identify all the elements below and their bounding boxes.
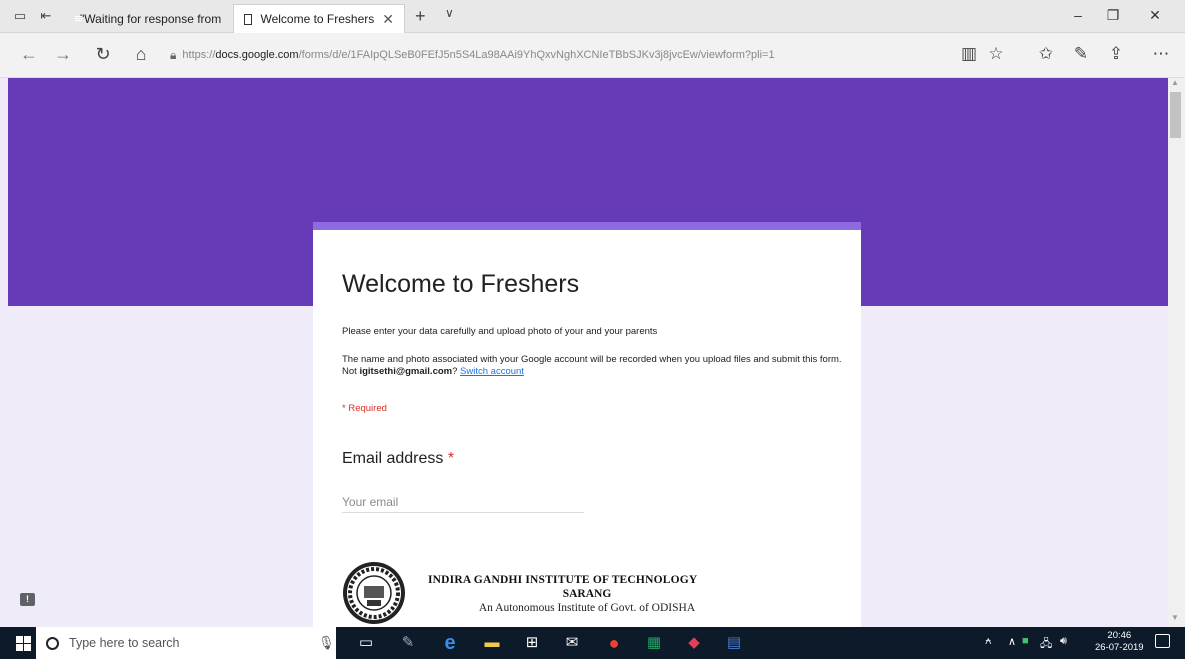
windows-taskbar: Type here to search 🎙︎ ▭ ✎ e ▬ ⊞ ✉ ● ▦ ◆… — [0, 627, 1185, 659]
tab-waiting-for-response[interactable]: "Waiting for response from — [62, 4, 230, 33]
volume-icon[interactable]: 🔊︎ — [1060, 635, 1067, 648]
page-icon — [244, 13, 253, 25]
email-question-text: Email address — [342, 450, 444, 467]
chevron-down-icon[interactable]: ∨ — [445, 6, 454, 20]
required-star: * — [447, 450, 455, 467]
taskbar-clock[interactable]: 20:46 26-07-2019 — [1095, 630, 1144, 654]
favorites-list-icon[interactable]: ✩ — [1035, 44, 1057, 64]
switch-account-link[interactable]: Switch account — [460, 366, 524, 377]
feedback-icon[interactable]: ! — [20, 593, 35, 606]
account-email: igitsethi@gmail.com — [359, 366, 453, 377]
word-icon[interactable]: ▤ — [724, 633, 744, 653]
address-bar[interactable]: 🔒︎ https:// docs.google.com /forms/d/e/1… — [170, 42, 970, 68]
required-note: * Required — [342, 403, 387, 414]
close-tab-icon[interactable]: ✕ — [382, 11, 394, 28]
file-explorer-icon[interactable]: ▬ — [482, 633, 502, 653]
tab-label: Welcome to Freshers — [260, 12, 375, 26]
tab-welcome-to-freshers[interactable]: Welcome to Freshers ✕ — [233, 4, 405, 33]
excel-icon[interactable]: ▦ — [644, 633, 664, 653]
windows-start-icon[interactable] — [16, 636, 31, 651]
microphone-icon[interactable]: 🎙︎ — [318, 635, 335, 651]
lock-icon: 🔒︎ — [170, 47, 177, 62]
mail-icon[interactable]: ✉ — [562, 633, 582, 653]
show-hidden-icons-chevron-icon[interactable]: ∧ — [1008, 635, 1016, 648]
network-icon[interactable]: 🖧︎ — [1040, 635, 1052, 654]
clock-date: 26-07-2019 — [1095, 642, 1144, 653]
action-center-icon[interactable] — [1155, 634, 1170, 648]
taskbar-search-placeholder: Type here to search — [69, 636, 180, 650]
email-input[interactable] — [342, 491, 584, 513]
form-card: Welcome to Freshers Please enter your da… — [313, 222, 861, 627]
back-arrow-icon[interactable]: ← — [18, 44, 40, 65]
tray-app-icon[interactable]: ■ — [1022, 635, 1029, 647]
store-icon[interactable]: ⊞ — [522, 633, 542, 653]
tab-list-icon[interactable]: ▭ — [12, 8, 28, 24]
minimize-button[interactable]: – — [1068, 7, 1088, 23]
task-view-icon[interactable]: ▭ — [356, 633, 376, 653]
cortana-search-icon — [46, 636, 59, 650]
share-icon[interactable]: ⇪ — [1105, 44, 1127, 64]
new-tab-icon[interactable]: + — [415, 6, 426, 27]
refresh-icon[interactable]: ↻ — [92, 44, 114, 65]
clock-time: 20:46 — [1107, 630, 1132, 641]
url-path: /forms/d/e/1FAIpQLSeB0FEfJ5n5S4La98AAi9Y… — [298, 49, 775, 61]
paint-app-icon[interactable]: ✎ — [398, 633, 418, 653]
form-title: Welcome to Freshers — [342, 270, 580, 298]
people-icon[interactable]: ⍲ — [985, 635, 992, 648]
account-notice-suffix: ? — [452, 366, 461, 377]
account-notice: The name and photo associated with your … — [342, 354, 842, 378]
more-options-icon[interactable]: ⋯ — [1150, 44, 1172, 64]
forward-arrow-icon[interactable]: → — [52, 44, 74, 65]
page-viewport: Welcome to Freshers Please enter your da… — [0, 78, 1168, 627]
close-window-button[interactable]: ✕ — [1145, 7, 1165, 24]
institute-subtitle: An Autonomous Institute of Govt. of ODIS… — [478, 602, 696, 614]
chrome-icon[interactable]: ● — [604, 633, 624, 653]
scrollbar-thumb[interactable] — [1170, 92, 1181, 138]
form-description: Please enter your data carefully and upl… — [342, 326, 658, 337]
url-prefix: https:// — [182, 49, 216, 61]
edge-browser-icon[interactable]: e — [440, 633, 460, 653]
browser-tab-strip: ▭ ⇤ "Waiting for response from Welcome t… — [0, 0, 1185, 33]
home-icon[interactable]: ⌂ — [130, 44, 152, 65]
scroll-up-arrow-icon[interactable]: ▲ — [1171, 78, 1179, 87]
institute-name: INDIRA GANDHI INSTITUTE OF TECHNOLOGY — [428, 574, 698, 586]
vertical-scrollbar[interactable] — [1168, 78, 1185, 627]
restore-button[interactable]: ❐ — [1103, 7, 1123, 24]
favorite-star-icon[interactable]: ☆ — [985, 44, 1007, 64]
url-host: docs.google.com — [215, 49, 299, 61]
institute-place: SARANG — [562, 588, 612, 600]
reading-view-icon[interactable]: ▥ — [958, 44, 980, 64]
scroll-down-arrow-icon[interactable]: ▼ — [1171, 613, 1179, 622]
browser-toolbar: ← → ↻ ⌂ 🔒︎ https:// docs.google.com /for… — [0, 33, 1185, 78]
pen-icon[interactable]: ✎ — [1070, 44, 1092, 64]
email-question-label: Email address * — [342, 450, 454, 468]
acrobat-icon[interactable]: ◆ — [684, 633, 704, 653]
tab-label: "Waiting for response from — [80, 11, 222, 26]
set-aside-tabs-icon[interactable]: ⇤ — [38, 8, 54, 24]
taskbar-search-box[interactable]: Type here to search — [36, 627, 336, 659]
